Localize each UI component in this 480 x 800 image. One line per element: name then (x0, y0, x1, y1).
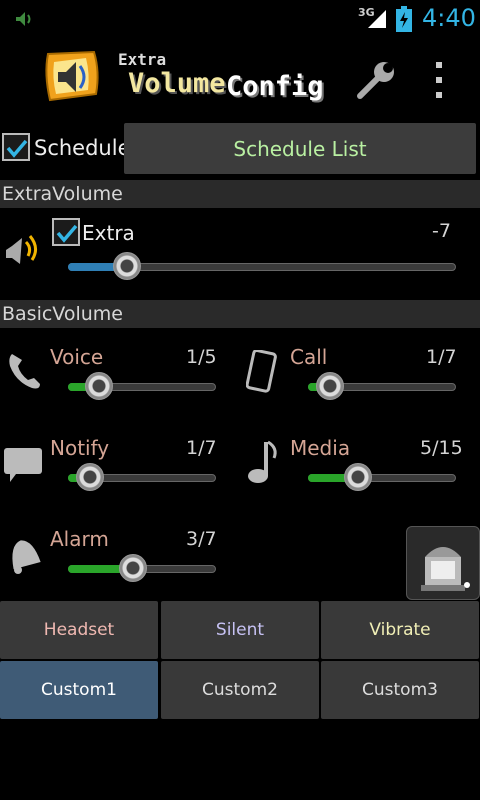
schedule-label: Schedule (34, 136, 131, 160)
alarm-slider[interactable] (68, 554, 216, 584)
extra-checkbox[interactable] (52, 218, 80, 246)
call-value: 1/7 (426, 346, 457, 368)
section-header-basic: BasicVolume (0, 300, 480, 328)
media-slider[interactable] (308, 463, 456, 493)
voice-value: 1/5 (186, 346, 217, 368)
custom2-button[interactable]: Custom2 (161, 661, 319, 719)
cleaner-widget-button[interactable] (406, 526, 480, 600)
speech-bubble-icon (4, 448, 42, 482)
checkmark-icon (56, 224, 78, 243)
schedule-list-button[interactable]: Schedule List (124, 123, 476, 174)
speaker-notification-icon (16, 12, 31, 26)
speaker-waves-icon (6, 235, 37, 264)
media-label: Media (290, 436, 351, 460)
slider-thumb[interactable] (315, 372, 344, 400)
extra-label: Extra (82, 221, 135, 245)
notify-label: Notify (50, 436, 110, 460)
title-small: Extra (118, 50, 167, 69)
title-second: Config (226, 71, 324, 102)
custom3-button[interactable]: Custom3 (321, 661, 479, 719)
extra-slider[interactable] (68, 252, 456, 282)
slider-thumb[interactable] (113, 252, 142, 280)
silent-mode-button[interactable]: Silent (161, 601, 319, 659)
clock: 4:40 (422, 4, 476, 32)
slider-thumb[interactable] (75, 463, 104, 491)
custom1-button[interactable]: Custom1 (0, 661, 158, 719)
signal-bars-icon (368, 10, 386, 28)
extra-value: -7 (432, 220, 451, 242)
app-logo-speaker-icon (45, 50, 99, 102)
vibrate-mode-button[interactable]: Vibrate (321, 601, 479, 659)
overflow-menu-icon[interactable] (428, 58, 450, 102)
cleaner-widget-icon (421, 547, 470, 591)
app-header: Extra Volume Config (0, 40, 480, 118)
status-bar: 3G 4:40 (0, 0, 480, 38)
battery-charging-icon (396, 6, 412, 32)
smartphone-icon (246, 350, 277, 393)
phone-handset-icon (9, 354, 41, 389)
voice-label: Voice (50, 345, 104, 369)
call-label: Call (290, 345, 328, 369)
voice-slider[interactable] (68, 372, 216, 402)
alarm-value: 3/7 (186, 528, 217, 550)
alarm-label: Alarm (50, 527, 109, 551)
notify-slider[interactable] (68, 463, 216, 493)
headset-mode-button[interactable]: Headset (0, 601, 158, 659)
bell-icon (12, 540, 41, 574)
section-header-extra: ExtraVolume (0, 180, 480, 208)
media-value: 5/15 (420, 437, 463, 459)
notify-value: 1/7 (186, 437, 217, 459)
checkmark-icon (6, 139, 28, 158)
slider-thumb[interactable] (343, 463, 372, 491)
music-note-icon (248, 440, 277, 483)
schedule-checkbox[interactable] (2, 133, 30, 161)
slider-thumb[interactable] (118, 554, 147, 582)
slider-thumb[interactable] (84, 372, 113, 400)
call-slider[interactable] (308, 372, 456, 402)
title-main: Volume (128, 68, 226, 99)
wrench-icon[interactable] (354, 58, 398, 102)
